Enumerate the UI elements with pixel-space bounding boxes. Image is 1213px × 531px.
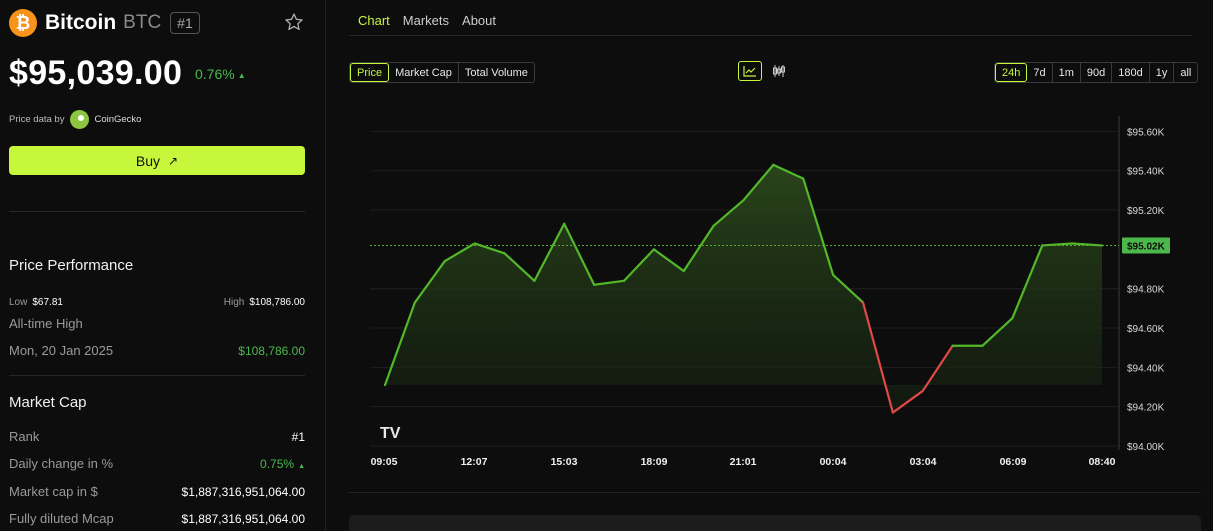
metric-price[interactable]: Price (350, 63, 390, 82)
y-tick-label: $95.40K (1127, 167, 1165, 178)
x-tick-label: 12:07 (461, 456, 488, 468)
high-value: $108,786.00 (249, 297, 305, 308)
coin-sidebar: ₿ Bitcoin BTC #1 $95,039.00 0.76% ▲ Price… (0, 0, 326, 531)
rank-label: Rank (9, 429, 40, 444)
daily-change-value: 0.75% ▲ (260, 457, 305, 471)
market-cap-row: Market cap in $ $1,887,316,951,064.00 (9, 484, 305, 499)
x-tick-label: 08:40 (1089, 456, 1116, 468)
x-tick-label: 21:01 (730, 456, 757, 468)
rank-row: Rank #1 (9, 429, 305, 444)
coin-name: Bitcoin (45, 11, 117, 34)
rank-value: #1 (291, 429, 305, 444)
time-range-selector: 24h 7d 1m 90d 180d 1y all (994, 62, 1199, 83)
x-tick-label: 15:03 (551, 456, 578, 468)
market-cap-title: Market Cap (9, 394, 87, 411)
range-all[interactable]: all (1174, 63, 1197, 82)
bitcoin-logo-icon: ₿ (9, 9, 37, 37)
x-tick-label: 18:09 (641, 456, 668, 468)
metric-total-volume[interactable]: Total Volume (459, 63, 534, 82)
price-source-provider[interactable]: CoinGecko (94, 114, 141, 125)
price-source-label: Price data by (9, 114, 65, 125)
x-tick-label: 06:09 (1000, 456, 1027, 468)
market-cap-label: Market cap in $ (9, 484, 98, 499)
ath-label-row: All-time High (9, 316, 305, 331)
metric-selector: Price Market Cap Total Volume (349, 62, 535, 83)
price-chart[interactable]: $95.60K $95.40K $95.20K $94.80K $94.60K $94.4… (349, 100, 1201, 472)
fdv-row: Fully diluted Mcap $1,887,316,951,064.00 (9, 511, 305, 526)
range-1m[interactable]: 1m (1053, 63, 1081, 82)
low-high-row: Low $67.81 High $108,786.00 (9, 292, 305, 310)
x-tick-label: 03:04 (910, 456, 937, 468)
up-arrow-icon: ▲ (237, 70, 246, 80)
candlestick-chart-button[interactable] (767, 61, 791, 81)
line-chart-icon (743, 66, 756, 77)
range-90d[interactable]: 90d (1081, 63, 1113, 82)
daily-change-row: Daily change in % 0.75% ▲ (9, 456, 305, 471)
external-arrow-icon: ↗ (168, 153, 179, 168)
watchlist-star-icon[interactable] (284, 12, 304, 32)
fdv-value: $1,887,316,951,064.00 (181, 511, 305, 526)
y-tick-label: $94.40K (1127, 363, 1165, 374)
price-performance-title: Price Performance (9, 257, 134, 274)
tab-chart[interactable]: Chart (358, 13, 390, 36)
ath-row: Mon, 20 Jan 2025 $108,786.00 (9, 343, 305, 358)
range-180d[interactable]: 180d (1112, 63, 1150, 82)
daily-change-label: Daily change in % (9, 456, 114, 471)
range-1y[interactable]: 1y (1150, 63, 1175, 82)
market-cap-value: $1,887,316,951,064.00 (181, 484, 305, 499)
range-7d[interactable]: 7d (1027, 63, 1053, 82)
candlestick-icon (773, 65, 785, 77)
current-price-label: $95.02K (1127, 241, 1166, 252)
y-tick-label: $94.00K (1127, 442, 1165, 453)
coin-header: ₿ Bitcoin BTC #1 (9, 9, 200, 37)
price-source: Price data by CoinGecko (9, 110, 141, 129)
coin-symbol: BTC (123, 12, 162, 33)
divider (9, 211, 305, 212)
fdv-label: Fully diluted Mcap (9, 511, 114, 526)
tab-about[interactable]: About (462, 13, 496, 36)
chart-type-selector (738, 61, 796, 81)
up-arrow-icon: ▲ (298, 462, 305, 470)
tabs-divider (349, 35, 1192, 36)
price-change-value: 0.76% (195, 66, 235, 82)
x-tick-label: 00:04 (820, 456, 847, 468)
buy-button[interactable]: Buy ↗ (9, 146, 305, 175)
y-tick-label: $95.60K (1127, 127, 1165, 138)
metric-market-cap[interactable]: Market Cap (389, 63, 459, 82)
low-label: Low (9, 297, 28, 308)
tradingview-watermark-icon: TV (380, 425, 401, 442)
ath-value: $108,786.00 (238, 343, 305, 358)
range-24h[interactable]: 24h (995, 63, 1028, 82)
low-value: $67.81 (32, 297, 63, 308)
buy-button-label: Buy (135, 152, 161, 169)
current-price: $95,039.00 (9, 54, 183, 92)
y-tick-label: $94.60K (1127, 324, 1165, 335)
y-tick-label: $94.80K (1127, 285, 1165, 296)
x-tick-label: 09:05 (371, 456, 398, 468)
main-tabs: Chart Markets About (358, 13, 509, 36)
divider (9, 375, 305, 376)
coingecko-logo-icon (70, 110, 90, 129)
y-tick-label: $94.20K (1127, 403, 1165, 414)
coin-rank-badge: #1 (170, 12, 200, 34)
tab-markets[interactable]: Markets (403, 13, 449, 36)
next-section-card (349, 515, 1201, 531)
high-label: High (223, 297, 245, 308)
y-tick-label: $95.20K (1127, 206, 1165, 217)
divider (349, 492, 1201, 493)
ath-label: All-time High (9, 316, 83, 331)
line-chart-button[interactable] (738, 61, 762, 81)
daily-change-number: 0.75% (260, 456, 295, 471)
ath-date: Mon, 20 Jan 2025 (9, 343, 114, 358)
price-change: 0.76% ▲ (195, 66, 246, 82)
